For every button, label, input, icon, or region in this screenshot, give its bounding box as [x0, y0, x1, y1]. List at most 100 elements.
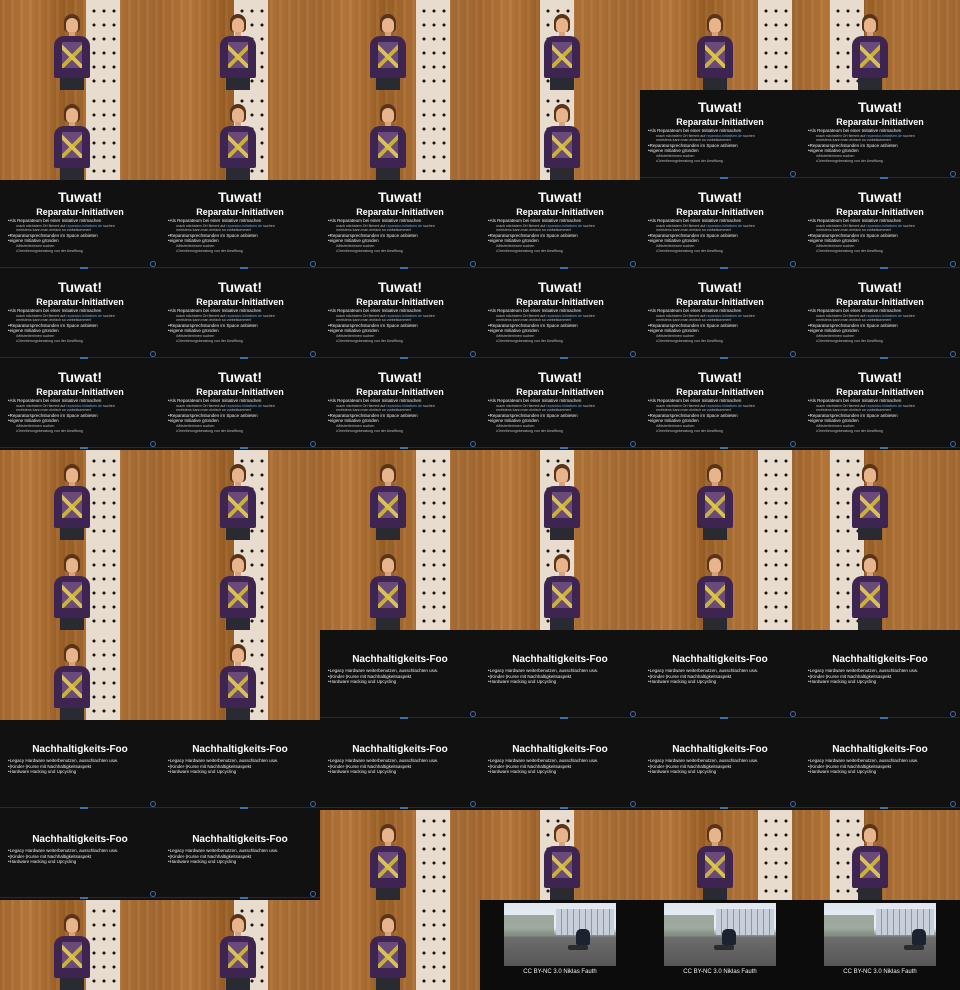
bullet-text: eigene Initiative gründen — [489, 418, 539, 424]
slide-foo[interactable]: Nachhaltigkeits-Foo Legacy Hardware weite… — [480, 720, 640, 810]
speaker-frame[interactable] — [480, 810, 640, 900]
bullet-text: nach nächstem Ort flemmt auf — [657, 223, 707, 228]
bullet-text: Als Reparateum bei einer Initiative mitm… — [809, 128, 902, 133]
speaker-frame[interactable] — [320, 810, 480, 900]
speaker-frame[interactable] — [800, 0, 960, 90]
slide-bullet-list: Als Reparateum bei einer Initiative mitm… — [488, 398, 636, 433]
slide-foo[interactable]: Nachhaltigkeits-Foo Legacy Hardware weite… — [320, 720, 480, 810]
bullet-text: eigene Initiative gründen — [9, 418, 59, 424]
speaker-frame[interactable] — [320, 90, 480, 180]
slide-title: Nachhaltigkeits-Foo — [672, 744, 768, 755]
speaker-face — [382, 108, 394, 123]
slide-foo[interactable]: Nachhaltigkeits-Foo Legacy Hardware weite… — [800, 720, 960, 810]
slide-tuwat[interactable]: Tuwat! Reparatur-InitiativenAls Reparateu… — [160, 180, 320, 270]
slide-foo[interactable]: Nachhaltigkeits-Foo Legacy Hardware weite… — [480, 630, 640, 720]
slide-foo[interactable]: Nachhaltigkeits-Foo Legacy Hardware weite… — [640, 720, 800, 810]
wall-panel — [758, 0, 792, 90]
slide-foo[interactable]: Nachhaltigkeits-Foo Legacy Hardware weite… — [0, 810, 160, 900]
slide-title: Nachhaltigkeits-Foo — [672, 654, 768, 665]
speaker-frame[interactable] — [0, 90, 160, 180]
speaker-frame[interactable] — [480, 90, 640, 180]
slide-tuwat[interactable]: Tuwat! Reparatur-InitiativenAls Reparateu… — [0, 270, 160, 360]
slide-foo[interactable]: Nachhaltigkeits-Foo Legacy Hardware weite… — [320, 630, 480, 720]
slide-foo[interactable]: Nachhaltigkeits-Foo Legacy Hardware weite… — [800, 630, 960, 720]
bullet-link: reparatur-initiativen.de — [866, 403, 903, 408]
bullet-text: nach nächstem Ort flemmt auf — [17, 403, 67, 408]
bullet-text: Als Reparateum bei einer Initiative mitm… — [169, 398, 262, 403]
slide-progress-indicator — [720, 447, 728, 449]
slide-foo[interactable]: Nachhaltigkeits-Foo Legacy Hardware weite… — [160, 810, 320, 900]
speaker-frame[interactable] — [640, 0, 800, 90]
slide-tuwat[interactable]: Tuwat! Reparatur-InitiativenAls Reparateu… — [160, 270, 320, 360]
bullet-text: (Kinder-)Kurse mit Nachhaltigkeitsaspekt — [169, 763, 252, 769]
slide-tuwat[interactable]: Tuwat! Reparatur-InitiativenAls Reparateu… — [480, 360, 640, 450]
speaker — [218, 638, 258, 720]
slide-tuwat[interactable]: Tuwat! Reparatur-InitiativenAls Reparateu… — [640, 360, 800, 450]
slide-tuwat[interactable]: Tuwat! Reparatur-InitiativenAls Reparateu… — [800, 180, 960, 270]
speaker-frame[interactable] — [160, 450, 320, 540]
bullet-text-after: suchen — [262, 403, 275, 408]
bullet-text: meistens kann man einfach so vorbeikomme… — [177, 228, 252, 233]
slide-title: Tuwat! — [697, 279, 743, 295]
slide-tuwat[interactable]: Tuwat! Reparatur-InitiativenAls Reparateu… — [800, 270, 960, 360]
speaker-frame[interactable] — [480, 450, 640, 540]
speaker-frame[interactable] — [320, 450, 480, 540]
slide-tuwat[interactable]: Tuwat! Reparatur-InitiativenAls Reparateu… — [640, 90, 800, 180]
slide-title: Tuwat! — [857, 369, 903, 385]
slide-tuwat[interactable]: Tuwat! Reparatur-InitiativenAls Reparateu… — [320, 360, 480, 450]
speaker-frame[interactable] — [160, 900, 320, 990]
speaker — [52, 98, 92, 180]
speaker-frame[interactable] — [0, 450, 160, 540]
speaker-frame[interactable] — [0, 630, 160, 720]
slide-tuwat[interactable]: Tuwat! Reparatur-InitiativenAls Reparateu… — [800, 360, 960, 450]
speaker-frame[interactable] — [160, 0, 320, 90]
slide-progress-indicator — [560, 807, 568, 809]
slide-foo[interactable]: Nachhaltigkeits-Foo Legacy Hardware weite… — [640, 630, 800, 720]
slide-foo[interactable]: Nachhaltigkeits-Foo Legacy Hardware weite… — [160, 720, 320, 810]
speaker-frame[interactable] — [320, 0, 480, 90]
bullet-link: reparatur-initiativen.de — [546, 313, 583, 318]
speaker-frame[interactable] — [320, 540, 480, 630]
slide-tuwat[interactable]: Tuwat! Reparatur-InitiativenAls Reparateu… — [640, 270, 800, 360]
speaker-frame[interactable] — [800, 540, 960, 630]
speaker-frame[interactable] — [320, 900, 480, 990]
speaker-frame[interactable] — [480, 0, 640, 90]
slide-foo[interactable]: Nachhaltigkeits-Foo Legacy Hardware weite… — [0, 720, 160, 810]
slide-tuwat[interactable]: Tuwat! Reparatur-InitiativenAls Reparateu… — [640, 180, 800, 270]
slide-bullet: Orientierungsberatung von der Anstiftung — [168, 249, 316, 254]
speaker-frame[interactable] — [160, 90, 320, 180]
slide-tuwat[interactable]: Tuwat! Reparatur-InitiativenAls Reparateu… — [800, 90, 960, 180]
speaker-frame[interactable] — [160, 540, 320, 630]
background-trees — [664, 915, 714, 935]
speaker-frame[interactable] — [640, 450, 800, 540]
bullet-text: Mitstreiterinnen suchen — [817, 243, 855, 248]
video-thumbnail-grid: Tuwat!Reparatur-InitiativenAls Reparateu… — [0, 0, 960, 990]
speaker — [695, 818, 735, 900]
bullet-text: Als Reparateum bei einer Initiative mitm… — [489, 398, 582, 403]
slide-tuwat[interactable]: Tuwat! Reparatur-InitiativenAls Reparateu… — [0, 180, 160, 270]
speaker-frame[interactable] — [0, 0, 160, 90]
slide-progress-indicator — [80, 807, 88, 809]
slide-tuwat[interactable]: Tuwat! Reparatur-InitiativenAls Reparateu… — [0, 360, 160, 450]
hoverboard-video-frame[interactable]: CC BY-NC 3.0 Niklas Fauth — [800, 900, 960, 990]
slide-tuwat[interactable]: Tuwat! Reparatur-InitiativenAls Reparateu… — [320, 180, 480, 270]
speaker-frame[interactable] — [800, 810, 960, 900]
bullet-text: meistens kann man einfach so vorbeikomme… — [17, 408, 92, 413]
speaker-print — [228, 582, 248, 608]
speaker-frame[interactable] — [640, 540, 800, 630]
slide-tuwat[interactable]: Tuwat! Reparatur-InitiativenAls Reparateu… — [320, 270, 480, 360]
slide-tuwat[interactable]: Tuwat! Reparatur-InitiativenAls Reparateu… — [160, 360, 320, 450]
speaker-frame[interactable] — [0, 900, 160, 990]
hoverboard-video-frame[interactable]: CC BY-NC 3.0 Niklas Fauth — [480, 900, 640, 990]
speaker-frame[interactable] — [480, 540, 640, 630]
speaker-frame[interactable] — [0, 540, 160, 630]
speaker-frame[interactable] — [160, 630, 320, 720]
speaker-frame[interactable] — [640, 810, 800, 900]
bullet-text: (Kinder-)Kurse mit Nachhaltigkeitsaspekt — [489, 763, 572, 769]
bullet-text: meistens kann man einfach so vorbeikomme… — [337, 318, 412, 323]
speaker-frame[interactable] — [800, 450, 960, 540]
slide-tuwat[interactable]: Tuwat! Reparatur-InitiativenAls Reparateu… — [480, 180, 640, 270]
slide-bullet-list: Als Reparateum bei einer Initiative mitm… — [648, 128, 796, 163]
hoverboard-video-frame[interactable]: CC BY-NC 3.0 Niklas Fauth — [640, 900, 800, 990]
slide-tuwat[interactable]: Tuwat! Reparatur-InitiativenAls Reparateu… — [480, 270, 640, 360]
